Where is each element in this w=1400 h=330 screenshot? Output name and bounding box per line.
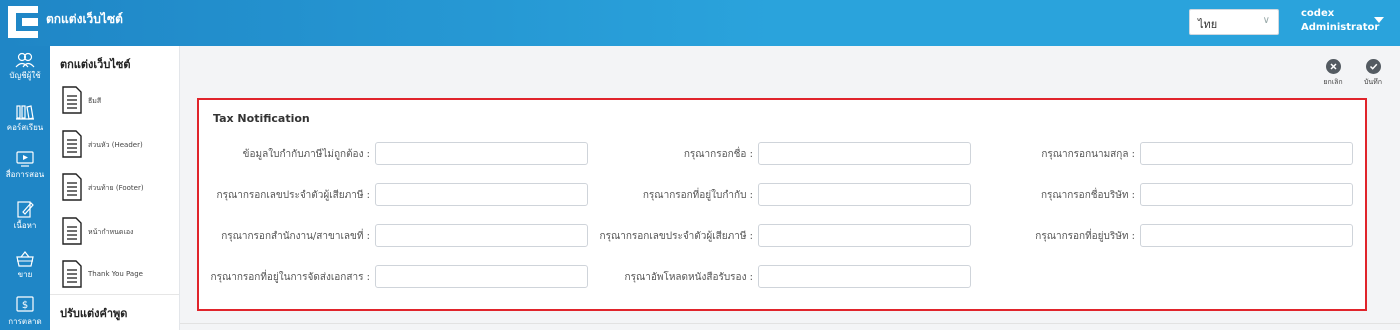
submenu-item-thank-you-page[interactable]: Thank You Page — [62, 260, 178, 290]
check-icon — [1365, 59, 1381, 74]
user-name: codex — [1301, 8, 1335, 19]
nav-item-content[interactable]: เนื้อหา — [0, 200, 50, 232]
branch-number-input[interactable] — [375, 224, 588, 247]
submenu-item-label: Thank You Page — [88, 270, 143, 278]
submenu-section-title[interactable]: ปรับแต่งคำพูด — [60, 304, 127, 322]
top-bar: ตกแต่งเว็บไซต์ ไทย ∨ codex Administrator — [0, 0, 1400, 46]
submenu-item-label: ส่วนหัว (Header) — [88, 141, 143, 149]
submenu-panel: ตกแต่งเว็บไซต์ ธีมสี ส่วนหัว (Header) ส่… — [50, 46, 180, 330]
edit-icon — [17, 201, 34, 218]
company-name-input[interactable] — [1140, 183, 1353, 206]
basket-icon — [16, 251, 34, 267]
left-nav: บัญชีผู้ใช้ คอร์สเรียน สื่อการสอน เนื้อห… — [0, 46, 50, 330]
document-icon — [62, 86, 82, 114]
nav-item-media[interactable]: สื่อการสอน — [0, 151, 50, 181]
submenu-item-label: ส่วนท้าย (Footer) — [88, 184, 144, 192]
company-taxpayer-id-input[interactable] — [758, 224, 971, 247]
certificate-upload-input[interactable] — [758, 265, 971, 288]
document-icon — [62, 130, 82, 158]
nav-item-accounts[interactable]: บัญชีผู้ใช้ — [0, 52, 50, 82]
field-label: กรุณากรอกที่อยู่ใบกำกับ : — [642, 190, 753, 201]
app-title: ตกแต่งเว็บไซต์ — [46, 12, 123, 26]
nav-label: บัญชีผู้ใช้ — [9, 71, 41, 80]
user-menu[interactable]: codex Administrator — [1301, 7, 1379, 35]
library-icon — [16, 105, 34, 120]
caret-down-icon[interactable] — [1374, 17, 1384, 23]
svg-text:$: $ — [22, 300, 28, 311]
nav-item-sales[interactable]: ขาย — [0, 251, 50, 281]
submenu-item-header[interactable]: ส่วนหัว (Header) — [62, 130, 178, 160]
submenu-item-custom-page[interactable]: หน้ากำหนดเอง — [62, 217, 178, 247]
nav-label: การตลาด — [8, 317, 42, 326]
document-icon — [62, 217, 82, 245]
invoice-address-input[interactable] — [758, 183, 971, 206]
field-label: กรุณาอัพโหลดหนังสือรับรอง : — [624, 272, 753, 283]
nav-item-marketing[interactable]: $ การตลาด — [0, 296, 50, 328]
last-name-input[interactable] — [1140, 142, 1353, 165]
field-label: กรุณากรอกที่อยู่ในการจัดส่งเอกสาร : — [210, 272, 370, 283]
document-icon — [62, 173, 82, 201]
submenu-title: ตกแต่งเว็บไซต์ — [60, 58, 131, 71]
document-icon — [62, 260, 82, 288]
save-label: บันทึก — [1363, 78, 1383, 86]
field-label: กรุณากรอกเลขประจำตัวผู้เสียภาษี : — [599, 231, 753, 242]
field-label: ข้อมูลใบกำกับภาษีไม่ถูกต้อง : — [242, 149, 370, 160]
chevron-down-icon: ∨ — [1262, 15, 1270, 26]
dollar-icon: $ — [16, 296, 34, 312]
field-label: กรุณากรอกนามสกุล : — [1041, 149, 1135, 160]
cancel-label: ยกเลิก — [1323, 78, 1343, 86]
field-label: กรุณากรอกสำนักงาน/สาขาเลขที่ : — [221, 231, 370, 242]
field-label: กรุณากรอกชื่อบริษัท : — [1040, 190, 1135, 201]
submenu-item-footer[interactable]: ส่วนท้าย (Footer) — [62, 173, 178, 203]
field-label: กรุณากรอกเลขประจำตัวผู้เสียภาษี : — [216, 190, 370, 201]
close-icon — [1325, 59, 1341, 74]
nav-label: คอร์สเรียน — [6, 123, 44, 132]
language-select[interactable]: ไทย ∨ — [1189, 9, 1279, 35]
nav-label: สื่อการสอน — [5, 170, 45, 179]
nav-label: ขาย — [17, 270, 33, 279]
user-role: Administrator — [1301, 22, 1380, 33]
divider — [50, 294, 179, 295]
cancel-button[interactable]: ยกเลิก — [1318, 59, 1348, 88]
company-address-input[interactable] — [1140, 224, 1353, 247]
field-label: กรุณากรอกที่อยู่บริษัท : — [1035, 231, 1135, 242]
first-name-input[interactable] — [758, 142, 971, 165]
invalid-tax-invoice-input[interactable] — [375, 142, 588, 165]
submenu-item-label: ธีมสี — [88, 97, 102, 105]
divider — [180, 323, 1400, 324]
video-icon — [16, 151, 34, 167]
logo-icon[interactable] — [8, 6, 38, 38]
nav-label: เนื้อหา — [13, 221, 37, 230]
nav-item-courses[interactable]: คอร์สเรียน — [0, 104, 50, 134]
language-value: ไทย — [1198, 18, 1218, 31]
submenu-item-label: หน้ากำหนดเอง — [88, 228, 134, 236]
users-icon — [15, 52, 35, 68]
tax-notification-card: Tax Notification ข้อมูลใบกำกับภาษีไม่ถูก… — [197, 98, 1367, 311]
card-title: Tax Notification — [213, 112, 310, 125]
shipping-address-input[interactable] — [375, 265, 588, 288]
field-label: กรุณากรอกชื่อ : — [683, 149, 753, 160]
submenu-item-theme-colors[interactable]: ธีมสี — [62, 86, 178, 116]
taxpayer-id-input[interactable] — [375, 183, 588, 206]
save-button[interactable]: บันทึก — [1358, 59, 1388, 88]
